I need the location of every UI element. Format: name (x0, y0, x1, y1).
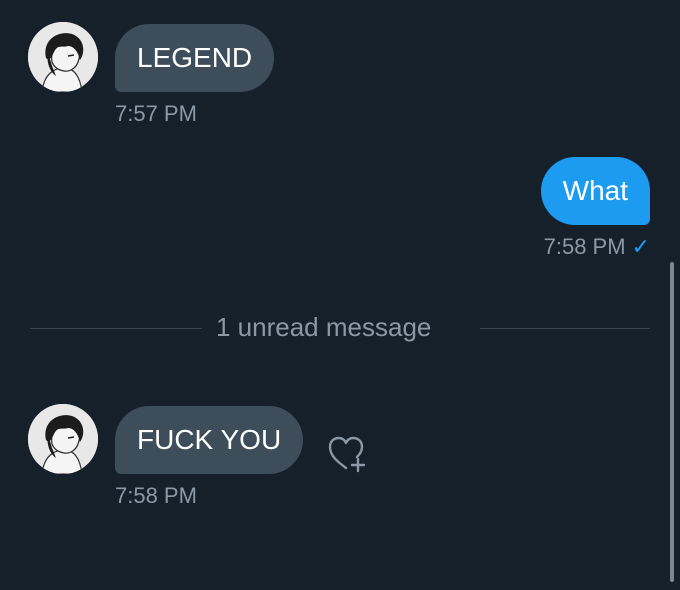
divider-line-right (480, 328, 650, 329)
avatar-portrait-icon (28, 22, 98, 92)
divider-line-left (30, 328, 202, 329)
heart-plus-icon[interactable] (326, 434, 372, 474)
avatar-portrait-icon (28, 404, 98, 474)
message-timestamp: 7:58 PM (115, 483, 197, 508)
message-text: LEGEND (137, 42, 253, 73)
sender-avatar[interactable] (28, 404, 98, 474)
message-timestamp-row: 7:58 PM ✓ (544, 234, 650, 260)
scrollbar[interactable] (670, 262, 674, 582)
message-text: What (562, 175, 628, 206)
received-message-bubble[interactable]: LEGEND (115, 24, 275, 92)
message-text: FUCK YOU (137, 424, 282, 455)
sent-message-bubble[interactable]: What (540, 157, 650, 225)
message-timestamp: 7:57 PM (115, 101, 197, 126)
sender-avatar[interactable] (28, 22, 98, 92)
unread-divider-label: 1 unread message (216, 312, 432, 342)
received-message-bubble[interactable]: FUCK YOU (115, 406, 304, 474)
checkmark-icon: ✓ (631, 234, 650, 259)
message-timestamp: 7:58 PM (543, 234, 626, 259)
